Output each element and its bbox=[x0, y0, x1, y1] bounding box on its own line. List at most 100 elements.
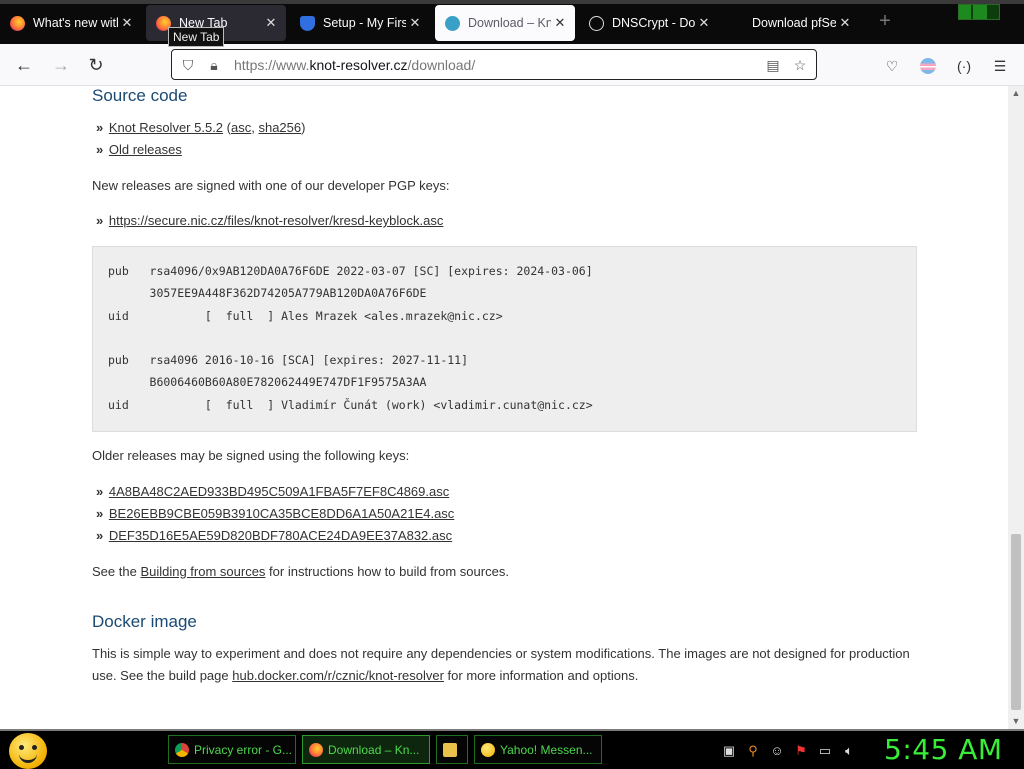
start-menu-smiley-icon[interactable] bbox=[9, 733, 47, 769]
tab-title: DNSCrypt - Dow bbox=[612, 16, 695, 30]
key-line: uid [ full ] Ales Mrazek <ales.mrazek@ni… bbox=[108, 308, 503, 323]
double-chevron-icon: » bbox=[96, 484, 103, 499]
tab-setup[interactable]: Setup - My First ✕ bbox=[290, 5, 430, 41]
taskbar-button-label: Yahoo! Messen... bbox=[500, 742, 593, 757]
reader-view-icon[interactable]: ▤ bbox=[764, 56, 782, 74]
key-gap bbox=[108, 331, 916, 353]
tray-volume-icon[interactable]: 🔈︎ bbox=[841, 743, 857, 759]
list-item: » BE26EBB9CBE059B3910CA35BCE8DD6A1A50A21… bbox=[96, 506, 454, 521]
lock-icon[interactable]: 🔒︎ bbox=[205, 56, 223, 74]
firefox-icon bbox=[309, 742, 323, 757]
docker-hub-link[interactable]: hub.docker.com/r/cznic/knot-resolver bbox=[232, 668, 444, 683]
shield-icon bbox=[300, 15, 315, 31]
scroll-thumb[interactable] bbox=[1011, 534, 1021, 710]
url-text[interactable]: https://www.knot-resolver.cz/download/ bbox=[234, 57, 475, 73]
list-item: » Old releases bbox=[96, 142, 182, 157]
tray-search-icon[interactable]: ⚲ bbox=[745, 743, 761, 759]
url-bar[interactable]: ⛉ 🔒︎ https://www.knot-resolver.cz/downlo… bbox=[171, 49, 817, 80]
taskbar-button-firefox[interactable]: Download – Kn... bbox=[302, 735, 430, 764]
bookmark-star-icon[interactable]: ☆ bbox=[791, 56, 809, 74]
list-item: » https://secure.nic.cz/files/knot-resol… bbox=[96, 213, 443, 228]
close-icon[interactable]: ✕ bbox=[262, 15, 280, 31]
globe-icon bbox=[589, 15, 604, 31]
double-chevron-icon: » bbox=[96, 213, 103, 228]
list-item: » 4A8BA48C2AED933BD495C509A1FBA5F7EF8C48… bbox=[96, 484, 449, 499]
tray-security-flag-icon[interactable]: ⚑ bbox=[793, 743, 809, 759]
page-scrollbar[interactable]: ▲ ▼ bbox=[1008, 86, 1024, 729]
building-from-sources-link[interactable]: Building from sources bbox=[140, 564, 265, 579]
list-item: » Knot Resolver 5.5.2 (asc, sha256) bbox=[96, 120, 306, 135]
navigation-toolbar: ← → ↻ ⛉ 🔒︎ https://www.knot-resolver.cz/… bbox=[0, 44, 1024, 86]
sha256-link[interactable]: sha256 bbox=[258, 120, 301, 135]
close-icon[interactable]: ✕ bbox=[695, 15, 713, 31]
tray-network-icon[interactable]: ▣ bbox=[721, 743, 737, 759]
tab-tooltip: New Tab bbox=[168, 27, 225, 47]
new-tab-button[interactable]: + bbox=[874, 10, 896, 32]
release-link[interactable]: Knot Resolver 5.5.2 bbox=[109, 120, 223, 135]
pocket-icon[interactable]: ♡ bbox=[882, 56, 902, 76]
knot-icon bbox=[445, 15, 460, 31]
tray-messenger-icon[interactable]: ☺ bbox=[769, 743, 785, 759]
system-monitor-meter bbox=[958, 4, 1000, 20]
key-line: pub rsa4096/0x9AB120DA0A76F6DE 2022-03-0… bbox=[108, 264, 593, 278]
menu-icon[interactable]: ☰ bbox=[990, 56, 1010, 76]
close-icon[interactable]: ✕ bbox=[118, 15, 136, 31]
tab-download-knot[interactable]: Download – Kn ✕ bbox=[435, 5, 575, 41]
close-icon[interactable]: ✕ bbox=[551, 15, 569, 31]
url-path: /download/ bbox=[407, 57, 476, 73]
build-text-after: for instructions how to build from sourc… bbox=[265, 564, 509, 579]
page-content: Source code » Knot Resolver 5.5.2 (asc, … bbox=[0, 86, 1008, 729]
taskbar: Privacy error - G... Download – Kn... Ya… bbox=[0, 729, 1024, 769]
docker-paragraph: This is simple way to experiment and doe… bbox=[92, 643, 922, 687]
taskbar-clock[interactable]: 5:45 AM bbox=[884, 733, 1003, 766]
signed-text: New releases are signed with one of our … bbox=[92, 178, 450, 193]
taskbar-button-label: Privacy error - G... bbox=[194, 742, 293, 757]
docker-image-heading: Docker image bbox=[92, 612, 197, 631]
yahoo-messenger-icon bbox=[481, 742, 495, 757]
scroll-down-icon[interactable]: ▼ bbox=[1011, 716, 1021, 726]
reload-icon[interactable]: ↻ bbox=[84, 53, 108, 77]
tab-pfsense[interactable]: Download pfSen ✕ bbox=[742, 5, 860, 41]
scroll-up-icon[interactable]: ▲ bbox=[1011, 88, 1021, 98]
close-icon[interactable]: ✕ bbox=[836, 15, 854, 31]
url-domain: knot-resolver.cz bbox=[309, 57, 408, 73]
source-code-heading: Source code bbox=[92, 86, 188, 105]
old-releases-link[interactable]: Old releases bbox=[109, 142, 182, 157]
tab-title: What's new with bbox=[33, 16, 118, 30]
tab-title: Setup - My First bbox=[323, 16, 406, 30]
double-chevron-icon: » bbox=[96, 506, 103, 521]
list-item: » DEF35D16E5AE59D820BDF780ACE24DA9EE37A8… bbox=[96, 528, 452, 543]
older-releases-text: Older releases may be signed using the f… bbox=[92, 448, 410, 463]
account-avatar-icon[interactable] bbox=[918, 56, 938, 76]
key-line: uid [ full ] Vladimír Čunát (work) <vlad… bbox=[108, 397, 593, 412]
key-line: 3057EE9A448F362D74205A779AB120DA0A76F6DE bbox=[108, 286, 427, 301]
taskbar-button-chrome[interactable]: Privacy error - G... bbox=[168, 735, 296, 764]
tab-strip: What's new with ✕ New Tab ✕ Setup - My F… bbox=[0, 0, 1024, 47]
back-icon[interactable]: ← bbox=[12, 53, 36, 77]
extension-icon[interactable]: (·) bbox=[954, 56, 974, 76]
double-chevron-icon: » bbox=[96, 120, 103, 135]
older-key-link[interactable]: BE26EBB9CBE059B3910CA35BCE8DD6A1A50A21E4… bbox=[109, 506, 454, 521]
older-key-link[interactable]: DEF35D16E5AE59D820BDF780ACE24DA9EE37A832… bbox=[109, 528, 452, 543]
keyblock-link[interactable]: https://secure.nic.cz/files/knot-resolve… bbox=[109, 213, 444, 228]
folder-icon bbox=[443, 742, 457, 757]
taskbar-button-folder[interactable] bbox=[436, 735, 468, 764]
build-text-before: See the bbox=[92, 564, 141, 579]
url-prefix: https://www. bbox=[234, 57, 310, 73]
older-key-link[interactable]: 4A8BA48C2AED933BD495C509A1FBA5F7EF8C4869… bbox=[109, 484, 449, 499]
key-line: pub rsa4096 2016-10-16 [SCA] [expires: 2… bbox=[108, 353, 469, 368]
taskbar-button-label: Download – Kn... bbox=[328, 742, 420, 757]
chrome-icon bbox=[175, 742, 189, 757]
double-chevron-icon: » bbox=[96, 142, 103, 157]
taskbar-button-yahoo-messenger[interactable]: Yahoo! Messen... bbox=[474, 735, 602, 764]
double-chevron-icon: » bbox=[96, 528, 103, 543]
tray-monitor-icon[interactable]: ▭ bbox=[817, 743, 833, 759]
asc-link[interactable]: asc bbox=[231, 120, 251, 135]
forward-icon[interactable]: → bbox=[49, 53, 73, 77]
tab-title: Download – Kn bbox=[468, 16, 551, 30]
tab-dnscrypt[interactable]: DNSCrypt - Dow ✕ bbox=[579, 5, 719, 41]
close-icon[interactable]: ✕ bbox=[406, 15, 424, 31]
tab-whats-new[interactable]: What's new with ✕ bbox=[0, 5, 142, 41]
tracking-protection-shield-icon[interactable]: ⛉ bbox=[179, 56, 197, 74]
build-paragraph: See the Building from sources for instru… bbox=[92, 561, 922, 583]
